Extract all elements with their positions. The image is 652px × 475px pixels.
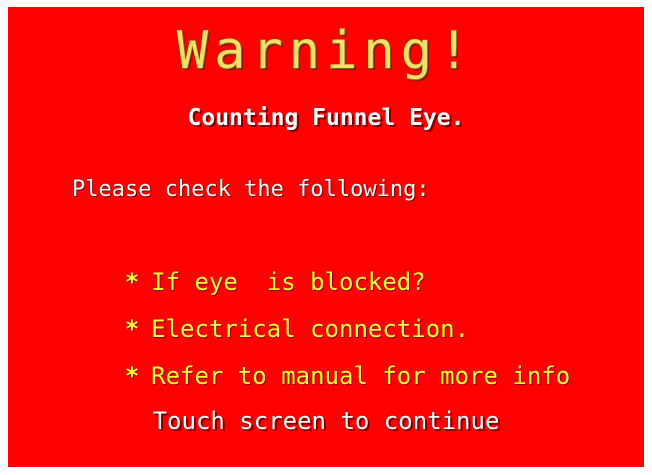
warning-subtitle: Counting Funnel Eye.: [187, 105, 465, 131]
touch-to-continue-prompt[interactable]: Touch screen to continue: [8, 405, 644, 437]
check-instruction: Please check the following:: [72, 177, 430, 202]
checklist-item-text: Refer to manual for more info: [151, 362, 571, 390]
warning-title: Warning!: [176, 21, 476, 81]
bullet-icon: *: [124, 362, 140, 390]
warning-screen[interactable]: Warning! Counting Funnel Eye. Please che…: [8, 7, 644, 467]
checklist-item-eye-blocked: * If eye is blocked?: [38, 237, 570, 296]
checklist-item-text: If eye is blocked?: [151, 268, 426, 296]
bullet-icon: *: [124, 268, 140, 296]
bullet-icon: *: [124, 315, 140, 343]
checklist-item-text: Electrical connection.: [151, 315, 470, 343]
checklist: * If eye is blocked? * Electrical connecti…: [38, 237, 570, 390]
